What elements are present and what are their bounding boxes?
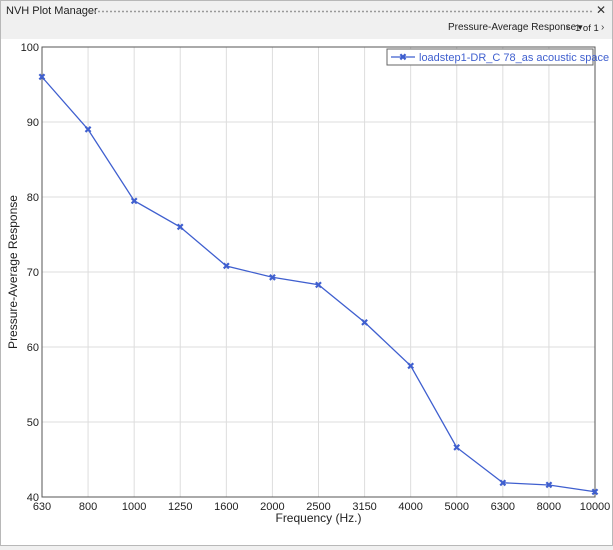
data-point-marker: ✖ xyxy=(38,73,46,84)
x-tick-label: 5000 xyxy=(445,501,469,513)
x-tick-label: 1600 xyxy=(214,501,238,513)
x-tick-label: 10000 xyxy=(580,501,611,513)
x-tick-label: 800 xyxy=(79,501,97,513)
close-icon[interactable]: ✕ xyxy=(596,3,606,17)
y-tick-label: 50 xyxy=(27,417,39,429)
y-tick-label: 90 xyxy=(27,117,39,129)
y-tick-labels: 405060708090100 xyxy=(21,42,39,504)
page-indicator: 1 of 1 xyxy=(575,23,599,34)
data-point-marker: ✖ xyxy=(453,443,461,454)
y-tick-label: 100 xyxy=(21,42,39,54)
data-point-marker: ✖ xyxy=(130,196,138,207)
chevron-left-icon[interactable]: ‹ xyxy=(566,22,569,33)
data-point-marker: ✖ xyxy=(84,125,92,136)
x-tick-label: 4000 xyxy=(398,501,422,513)
plot-toolbar: Pressure-Average Response▼ ‹ 1 of 1 › xyxy=(1,21,612,39)
y-tick-label: 80 xyxy=(27,192,39,204)
drag-grip[interactable] xyxy=(85,10,592,13)
legend-entry: loadstep1-DR_C 78_as acoustic space xyxy=(419,52,609,64)
data-point-marker: ✖ xyxy=(222,262,230,273)
nvh-plot-manager-window: NVH Plot Manager ✕ Pressure-Average Resp… xyxy=(0,0,613,546)
grid xyxy=(42,47,595,497)
line-chart[interactable]: 405060708090100 630 800 1000 1250 1600 2000 25… xyxy=(1,39,612,545)
data-point-marker: ✖ xyxy=(591,487,599,498)
data-point-marker: ✖ xyxy=(314,280,322,291)
data-point-marker: ✖ xyxy=(176,223,184,234)
legend[interactable]: ✖ loadstep1-DR_C 78_as acoustic space xyxy=(386,48,609,66)
y-tick-label: 60 xyxy=(27,342,39,354)
title-bar[interactable]: NVH Plot Manager ✕ xyxy=(1,1,612,21)
x-tick-label: 8000 xyxy=(537,501,561,513)
data-point-marker: ✖ xyxy=(545,481,553,492)
plot-area[interactable]: 40 50 60 70 80 90 100 630 800 1000 1250 1600 2000 25… xyxy=(1,39,612,545)
data-point-marker: ✖ xyxy=(268,273,276,284)
x-tick-label: 630 xyxy=(33,501,51,513)
data-point-marker: ✖ xyxy=(499,478,507,489)
x-axis-label: Frequency (Hz.) xyxy=(275,511,361,525)
plot-selector-label: Pressure-Average Response xyxy=(448,22,577,33)
x-tick-label: 6300 xyxy=(491,501,515,513)
window-title: NVH Plot Manager xyxy=(6,5,98,17)
data-point-marker: ✖ xyxy=(360,318,368,329)
y-axis-label: Pressure-Average Response xyxy=(6,195,20,349)
x-tick-label: 1000 xyxy=(122,501,146,513)
x-tick-label: 1250 xyxy=(168,501,192,513)
legend-marker: ✖ xyxy=(399,53,407,64)
chevron-right-icon[interactable]: › xyxy=(601,22,604,33)
plot-selector-dropdown[interactable]: Pressure-Average Response▼ xyxy=(448,22,584,33)
y-tick-label: 70 xyxy=(27,267,39,279)
data-point-marker: ✖ xyxy=(406,361,414,372)
